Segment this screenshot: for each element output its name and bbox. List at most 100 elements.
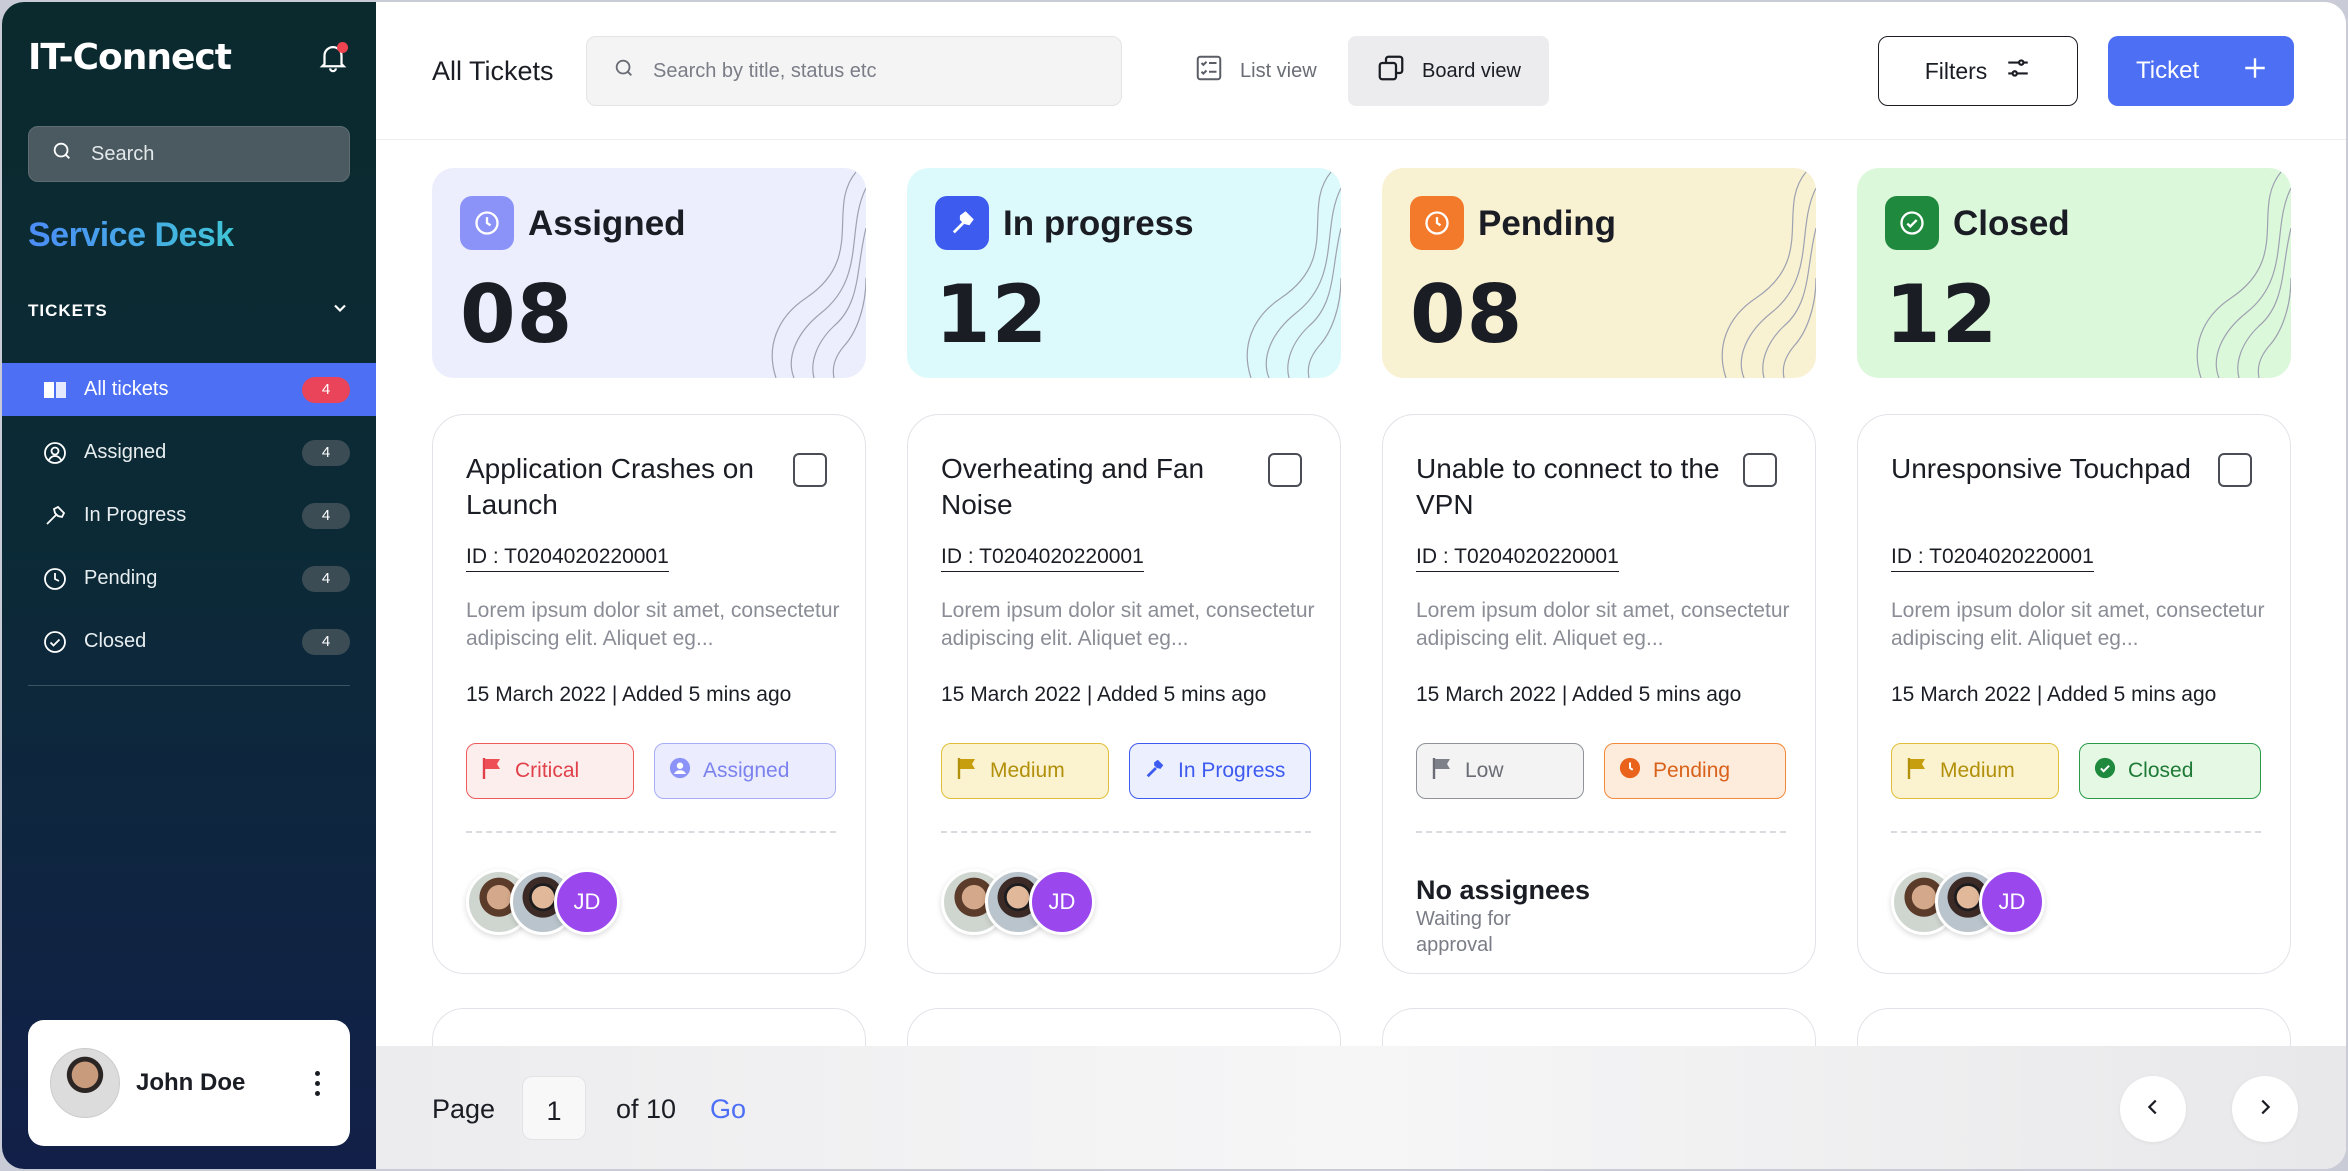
priority-badge: Medium [941,743,1109,799]
bell-icon[interactable] [316,40,350,74]
stat-label: Assigned [528,204,686,243]
add-ticket-label: Ticket [2136,57,2200,84]
page-number-input[interactable]: 1 [522,1076,586,1140]
ticket-id[interactable]: ID : T0204020220001 [941,545,1144,572]
ticket-id[interactable]: ID : T0204020220001 [1891,545,2094,572]
board-view-icon [1376,53,1406,89]
status-badge: Assigned [654,743,836,799]
chevron-left-icon [2142,1096,2164,1123]
ticket-checkbox[interactable] [793,453,827,487]
chevron-down-icon [330,298,350,323]
ticket-title: Unable to connect to the VPN [1416,453,1720,520]
chevron-right-icon [2254,1096,2276,1123]
ticket-date: 15 March 2022 | Added 5 mins ago [941,683,1267,706]
no-assignees-title: No assignees [1416,875,1591,905]
no-assignees-subtitle: Waiting for approval [1416,908,1511,956]
priority-label: Critical [515,759,580,782]
stat-card-in-progress[interactable]: In progress 12 [907,168,1341,378]
search-icon [613,57,635,85]
ticket-checkbox[interactable] [1268,453,1302,487]
sidebar-item-count: 4 [302,502,350,529]
stat-value: 08 [460,268,574,361]
priority-badge: Low [1416,743,1584,799]
avatar: JD [554,869,620,935]
sidebar-item-count: 4 [302,439,350,466]
board-view-label: Board view [1422,59,1521,82]
filters-label: Filters [1924,57,1988,84]
go-button[interactable]: Go [710,1094,746,1125]
status-badge: Pending [1604,743,1786,799]
sidebar-nav: All tickets 4 Assigned 4 In Progress 4 P… [2,363,376,678]
sidebar-item-all-tickets[interactable]: All tickets 4 [2,363,376,416]
card-divider [1891,831,2261,833]
priority-label: Medium [990,759,1065,782]
ticket-card[interactable]: Unable to connect to the VPN ID : T02040… [1382,414,1816,974]
flag-icon [956,756,978,786]
page-total: of 10 [616,1094,677,1124]
flag-icon [1906,756,1928,786]
check-circle-icon [1885,196,1939,250]
list-view-button[interactable]: List view [1166,36,1345,106]
sidebar-item-count: 4 [302,565,350,592]
clock-icon [1410,196,1464,250]
search-input[interactable]: Search by title, status etc [586,36,1122,106]
search-icon [51,140,73,168]
assignee-avatars[interactable]: JD [1891,869,2045,935]
tickets-group-label: TICKETS [28,300,108,320]
sidebar-item-pending[interactable]: Pending 4 [2,552,376,605]
ticket-checkbox[interactable] [1743,453,1777,487]
sidebar-item-in-progress[interactable]: In Progress 4 [2,489,376,542]
ticket-card[interactable]: Application Crashes on Launch ID : T0204… [432,414,866,974]
pagination-label: Page [432,1094,496,1124]
priority-label: Low [1465,759,1504,782]
ticket-id[interactable]: ID : T0204020220001 [466,545,669,572]
stat-label: Pending [1478,204,1617,243]
more-options-icon[interactable] [306,1070,328,1096]
assignee-avatars[interactable]: JD [466,869,620,935]
ticket-checkbox[interactable] [2218,453,2252,487]
ticket-description: Lorem ipsum dolor sit amet, consectetur … [941,599,1315,650]
sidebar-item-closed[interactable]: Closed 4 [2,615,376,668]
tickets-group-toggle[interactable]: TICKETS [28,298,350,323]
filters-button[interactable]: Filters [1878,36,2078,106]
app-logo: IT-Connect [28,36,232,78]
assignee-avatars[interactable]: JD [941,869,1095,935]
board-view-button[interactable]: Board view [1348,36,1549,106]
ticket-card[interactable]: Overheating and Fan Noise ID : T02040202… [907,414,1341,974]
user-profile-card[interactable]: John Doe [28,1020,350,1146]
list-view-icon [1194,53,1224,89]
ticket-date: 15 March 2022 | Added 5 mins ago [1891,683,2217,706]
list-view-label: List view [1240,59,1317,82]
plus-icon [2242,55,2268,88]
sidebar-search-placeholder: Search [91,142,155,165]
section-title: Service Desk [28,216,234,254]
status-badge: Closed [2079,743,2261,799]
search-placeholder: Search by title, status etc [653,59,877,82]
priority-badge: Critical [466,743,634,799]
notification-dot [337,42,348,53]
next-page-button[interactable] [2232,1076,2298,1142]
ticket-description: Lorem ipsum dolor sit amet, consectetur … [466,599,840,650]
sidebar-search-input[interactable]: Search [28,126,350,182]
sidebar-divider [28,685,350,686]
status-label: In Progress [1178,759,1286,782]
card-divider [466,831,836,833]
pagination-bar: Page 1 of 10 Go [376,1046,2346,1169]
check-circle-icon [2094,757,2116,785]
stat-card-closed[interactable]: Closed 12 [1857,168,2291,378]
check-circle-icon [42,629,68,655]
no-assignees: No assignees Waiting for approval [1416,875,1590,958]
ticket-date: 15 March 2022 | Added 5 mins ago [466,683,792,706]
ticket-id[interactable]: ID : T0204020220001 [1416,545,1619,572]
sidebar-item-assigned[interactable]: Assigned 4 [2,426,376,479]
sidebar-item-label: All tickets [84,378,169,400]
avatar: JD [1029,869,1095,935]
ticket-card[interactable]: Unresponsive Touchpad ID : T020402022000… [1857,414,2291,974]
previous-page-button[interactable] [2120,1076,2186,1142]
page-title: All Tickets [432,56,554,86]
stat-card-pending[interactable]: Pending 08 [1382,168,1816,378]
card-divider [941,831,1311,833]
ticket-description: Lorem ipsum dolor sit amet, consectetur … [1891,599,2265,650]
stat-card-assigned[interactable]: Assigned 08 [432,168,866,378]
add-ticket-button[interactable]: Ticket [2108,36,2294,106]
